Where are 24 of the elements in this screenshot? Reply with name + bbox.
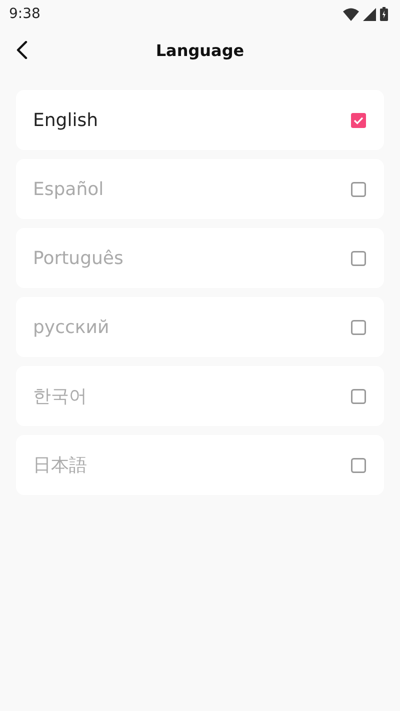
language-option[interactable]: 日本語 [16, 435, 384, 495]
wifi-icon [343, 8, 359, 20]
checkbox[interactable] [351, 112, 366, 128]
checkbox[interactable] [351, 320, 366, 334]
page-title: Language [156, 40, 244, 60]
language-option[interactable]: 한국어 [16, 366, 384, 426]
language-label: English [33, 110, 98, 130]
status-time: 9:38 [9, 6, 40, 22]
checkbox[interactable] [351, 250, 366, 266]
checkbox[interactable] [351, 458, 366, 472]
language-label: 日本語 [33, 454, 87, 477]
language-option[interactable]: Español [16, 159, 384, 219]
language-option[interactable]: English [16, 90, 384, 150]
language-label: Português [33, 248, 124, 268]
checkbox[interactable] [351, 388, 366, 404]
signal-icon [363, 8, 376, 20]
checkbox[interactable] [351, 182, 366, 196]
back-icon[interactable] [16, 41, 28, 59]
language-option[interactable]: Português [16, 228, 384, 288]
language-option[interactable]: русский [16, 297, 384, 357]
language-label: Español [33, 178, 104, 200]
language-label: 한국어 [33, 385, 87, 408]
language-label: русский [33, 316, 110, 338]
battery-icon [380, 7, 388, 21]
